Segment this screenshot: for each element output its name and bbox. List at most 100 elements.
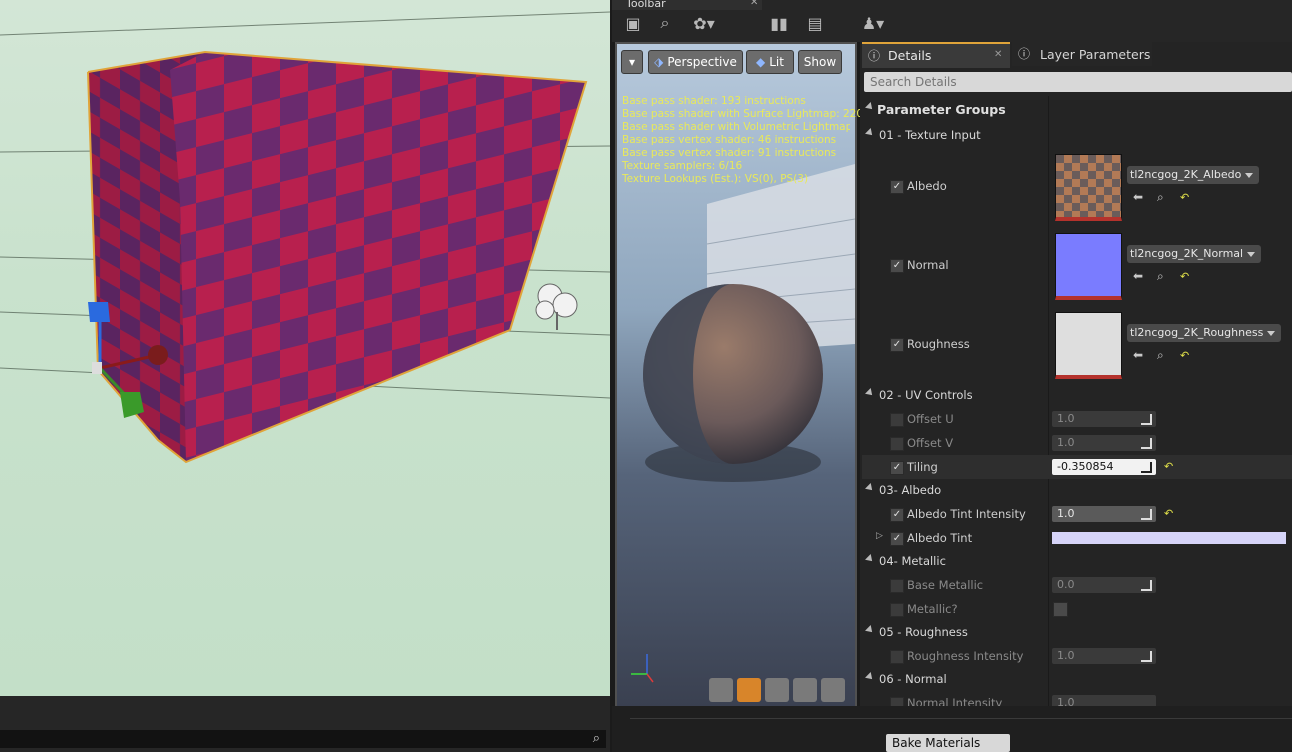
stats-icon[interactable]: ▮▮ bbox=[766, 10, 792, 36]
stat-line: Base pass vertex shader: 91 instructions bbox=[622, 147, 837, 159]
albedo-tint-color-swatch[interactable] bbox=[1052, 532, 1286, 544]
content-search-bar[interactable]: ⌕ bbox=[0, 730, 606, 748]
toolbar-tab[interactable]: Toolbar ✕ bbox=[612, 0, 762, 10]
metallic-toggle-checkbox[interactable] bbox=[890, 603, 904, 617]
stat-line: Texture samplers: 6/16 bbox=[622, 160, 743, 172]
normal-texture-combo[interactable]: tl2ncgog_2K_Normal bbox=[1127, 245, 1262, 263]
browse-icon[interactable]: ⌕ bbox=[1157, 269, 1164, 284]
plane-preview-icon[interactable] bbox=[765, 678, 789, 702]
lit-label: Lit bbox=[769, 55, 784, 69]
show-button[interactable]: Show bbox=[798, 50, 842, 74]
cylinder-preview-icon[interactable] bbox=[709, 678, 733, 702]
tab-details[interactable]: ⓘ Details ✕ bbox=[862, 42, 1010, 68]
base-metallic-checkbox[interactable] bbox=[890, 579, 904, 593]
lit-button[interactable]: ◆ Lit bbox=[746, 50, 794, 74]
browse-icon[interactable]: ⌕ bbox=[1157, 348, 1164, 363]
normal-label: Normal bbox=[907, 258, 949, 272]
group-uv-controls[interactable]: 02 - UV Controls bbox=[879, 388, 973, 402]
tiling-checkbox[interactable]: ✓ bbox=[890, 461, 904, 475]
search-icon[interactable]: ⌕ bbox=[593, 731, 600, 746]
parameter-groups-header: Parameter Groups bbox=[877, 102, 1006, 117]
stat-line: Texture Lookups (Est.): VS(0), PS(3) bbox=[622, 173, 809, 185]
tab-layer-parameters[interactable]: ⓘ Layer Parameters bbox=[1012, 42, 1152, 66]
close-icon[interactable]: ✕ bbox=[750, 0, 758, 8]
reset-icon[interactable]: ↶ bbox=[1180, 271, 1190, 282]
group-metallic[interactable]: 04- Metallic bbox=[879, 554, 946, 568]
tiling-label: Tiling bbox=[907, 460, 938, 474]
roughness-thumbnail[interactable] bbox=[1055, 312, 1122, 379]
group-roughness[interactable]: 05 - Roughness bbox=[879, 625, 968, 639]
use-selected-icon[interactable]: ⬅ bbox=[1133, 348, 1143, 362]
level-viewport[interactable] bbox=[0, 0, 610, 698]
normal-checkbox[interactable]: ✓ bbox=[890, 259, 904, 273]
hierarchy-icon[interactable]: ♟▾ bbox=[856, 10, 890, 36]
reset-icon[interactable]: ↶ bbox=[1180, 350, 1190, 361]
roughness-label: Roughness bbox=[907, 337, 970, 351]
perspective-button[interactable]: ⬗ Perspective bbox=[648, 50, 743, 74]
albedo-tint-intensity-field[interactable]: 1.0 bbox=[1052, 506, 1156, 522]
offset-v-value: 1.0 bbox=[1057, 436, 1075, 449]
tiling-field[interactable]: -0.350854 bbox=[1052, 459, 1156, 475]
group-albedo[interactable]: 03- Albedo bbox=[879, 483, 941, 497]
search-details-input[interactable] bbox=[864, 72, 1292, 92]
roughness-intensity-checkbox[interactable] bbox=[890, 650, 904, 664]
tab-layer-label: Layer Parameters bbox=[1040, 47, 1151, 62]
metallic-value-checkbox[interactable] bbox=[1053, 602, 1068, 617]
use-selected-icon[interactable]: ⬅ bbox=[1133, 190, 1143, 204]
albedo-tint-intensity-value: 1.0 bbox=[1057, 507, 1075, 520]
viewport-options-button[interactable]: ▾ bbox=[621, 50, 643, 74]
albedo-texture-combo[interactable]: tl2ncgog_2K_Albedo bbox=[1127, 166, 1260, 184]
roughness-intensity-field[interactable]: 1.0 bbox=[1052, 648, 1156, 664]
roughness-texture-combo[interactable]: tl2ncgog_2K_Roughness bbox=[1127, 324, 1282, 342]
browse-icon[interactable]: ⌕ bbox=[1157, 190, 1164, 205]
clipped-row: Normal Intensity 1.0 bbox=[862, 694, 1292, 706]
normal-intensity-field[interactable]: 1.0 bbox=[1052, 695, 1156, 706]
reset-icon[interactable]: ↶ bbox=[1164, 461, 1174, 472]
save-icon[interactable]: ▣ bbox=[620, 10, 646, 36]
offset-v-checkbox[interactable] bbox=[890, 437, 904, 451]
reset-icon[interactable]: ↶ bbox=[1164, 508, 1174, 519]
offset-u-value: 1.0 bbox=[1057, 412, 1075, 425]
close-icon[interactable]: ✕ bbox=[994, 49, 1002, 60]
albedo-tint-checkbox[interactable]: ✓ bbox=[890, 532, 904, 546]
info-icon: ⓘ bbox=[868, 49, 881, 63]
mobile-stats-icon[interactable]: ▤ bbox=[802, 10, 828, 36]
toolbar-tab-label: Toolbar bbox=[626, 0, 666, 10]
column-splitter[interactable] bbox=[1048, 96, 1049, 706]
stat-line: Base pass shader: 193 instructions bbox=[622, 95, 806, 107]
albedo-tint-intensity-checkbox[interactable]: ✓ bbox=[890, 508, 904, 522]
group-normal[interactable]: 06 - Normal bbox=[879, 672, 947, 686]
albedo-thumbnail[interactable] bbox=[1055, 154, 1122, 221]
albedo-checkbox[interactable]: ✓ bbox=[890, 180, 904, 194]
metallic-q-label: Metallic? bbox=[907, 602, 958, 616]
offset-u-checkbox[interactable] bbox=[890, 413, 904, 427]
offset-u-field[interactable]: 1.0 bbox=[1052, 411, 1156, 427]
apply-settings-icon[interactable]: ✿▾ bbox=[688, 10, 720, 36]
base-metallic-field[interactable]: 0.0 bbox=[1052, 577, 1156, 593]
lit-icon: ◆ bbox=[756, 55, 766, 69]
tree-icon bbox=[535, 283, 578, 330]
stat-line: Base pass vertex shader: 46 instructions bbox=[622, 134, 837, 146]
find-in-browser-icon[interactable]: ⌕ bbox=[652, 10, 678, 36]
normal-intensity-checkbox[interactable] bbox=[890, 697, 904, 706]
stat-line: Base pass shader with Volumetric Lightma… bbox=[622, 121, 850, 133]
expand-arrow-icon[interactable]: ▷ bbox=[876, 531, 883, 541]
use-selected-icon[interactable]: ⬅ bbox=[1133, 269, 1143, 283]
base-metallic-value: 0.0 bbox=[1057, 578, 1075, 591]
roughness-checkbox[interactable]: ✓ bbox=[890, 338, 904, 352]
offset-v-field[interactable]: 1.0 bbox=[1052, 435, 1156, 451]
divider bbox=[630, 718, 1292, 719]
roughness-intensity-value: 1.0 bbox=[1057, 649, 1075, 662]
stat-line: Base pass shader with Surface Lightmap: … bbox=[622, 108, 864, 120]
reset-icon[interactable]: ↶ bbox=[1180, 192, 1190, 203]
viewport-scene bbox=[0, 11, 610, 464]
roughness-intensity-label: Roughness Intensity bbox=[907, 649, 1024, 663]
sphere-preview-icon[interactable] bbox=[737, 678, 761, 702]
cube-preview-icon[interactable] bbox=[793, 678, 817, 702]
bake-materials-button[interactable]: Bake Materials bbox=[886, 734, 1010, 752]
teapot-preview-icon[interactable] bbox=[821, 678, 845, 702]
info-icon: ⓘ bbox=[1018, 47, 1031, 61]
offset-u-label: Offset U bbox=[907, 412, 954, 426]
group-texture-input[interactable]: 01 - Texture Input bbox=[879, 128, 981, 142]
normal-thumbnail[interactable] bbox=[1055, 233, 1122, 300]
